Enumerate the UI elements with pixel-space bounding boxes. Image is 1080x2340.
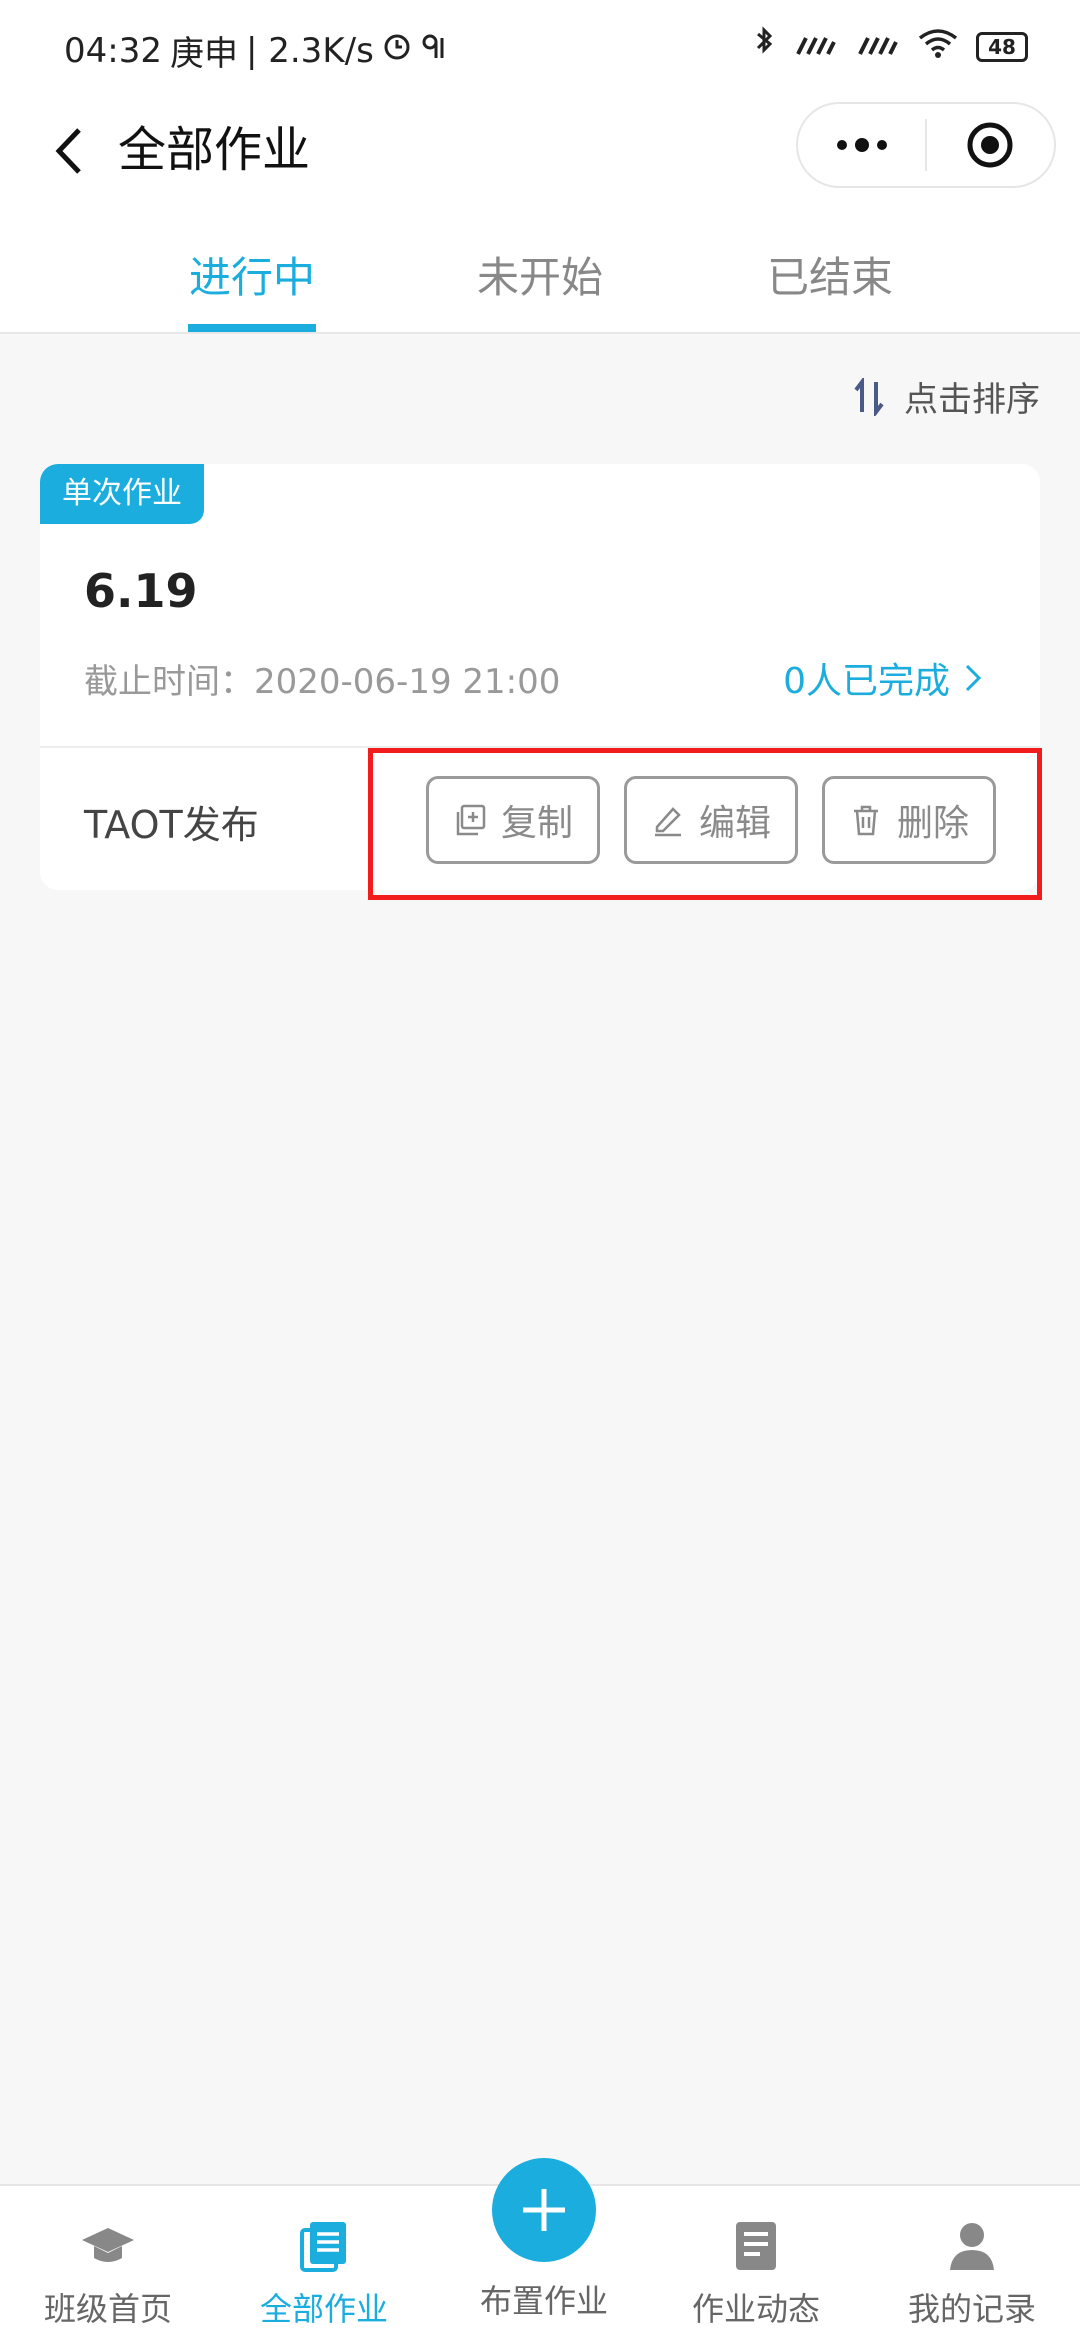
status-time: 04:32 bbox=[64, 30, 162, 71]
bottom-nav-label: 全部作业 bbox=[259, 2290, 388, 2328]
status-lunar: 庚申 bbox=[169, 34, 238, 74]
sort-label: 点击排序 bbox=[904, 380, 1040, 420]
completion-count: 0人已完成 bbox=[783, 661, 950, 702]
completion-link[interactable]: 0人已完成 bbox=[783, 652, 982, 704]
chevron-left-icon bbox=[55, 128, 81, 174]
signal-icon-1 bbox=[794, 28, 838, 66]
assign-homework-label: 布置作业 bbox=[479, 2282, 608, 2320]
alarm-icon bbox=[382, 31, 412, 71]
tab-in-progress[interactable]: 进行中 bbox=[152, 230, 352, 326]
status-tabs: 进行中 未开始 已结束 bbox=[0, 230, 1080, 334]
homework-type-badge: 单次作业 bbox=[40, 464, 204, 524]
active-tab-indicator bbox=[188, 324, 316, 332]
target-icon bbox=[967, 122, 1013, 168]
signal-icon-2 bbox=[856, 28, 900, 66]
wifi-icon bbox=[918, 28, 958, 66]
sort-button[interactable]: 点击排序 bbox=[852, 372, 1040, 421]
publisher-label: TAOT发布 bbox=[84, 803, 259, 847]
mini-program-capsule bbox=[796, 102, 1056, 188]
user-icon bbox=[944, 2218, 1000, 2274]
status-left: 04:32 庚申 | 2.3K/s bbox=[64, 26, 450, 75]
plus-icon bbox=[523, 2189, 565, 2231]
nav-bar: 全部作业 bbox=[0, 100, 1080, 200]
status-bar: 04:32 庚申 | 2.3K/s 48 bbox=[0, 0, 1080, 100]
back-button[interactable] bbox=[38, 116, 98, 186]
chevron-right-icon bbox=[965, 664, 982, 692]
bottom-nav-class-home[interactable]: 班级首页 bbox=[0, 2186, 216, 2340]
bottom-nav-my-records[interactable]: 我的记录 bbox=[864, 2186, 1080, 2340]
homework-title: 6.19 bbox=[84, 564, 198, 618]
assign-homework-button[interactable] bbox=[492, 2158, 596, 2262]
close-program-button[interactable] bbox=[927, 102, 1054, 188]
document-list-icon bbox=[296, 2218, 352, 2274]
page-title: 全部作业 bbox=[118, 122, 311, 178]
tab-not-started[interactable]: 未开始 bbox=[440, 230, 640, 326]
graduation-cap-icon bbox=[80, 2218, 136, 2274]
header-area: 04:32 庚申 | 2.3K/s 48 全部作业 进行中 未开始 已结束 bbox=[0, 0, 1080, 334]
document-icon bbox=[728, 2218, 784, 2274]
homework-deadline: 截止时间：2020-06-19 21:00 bbox=[84, 662, 561, 702]
tab-ended[interactable]: 已结束 bbox=[730, 230, 930, 326]
bottom-nav-label: 班级首页 bbox=[43, 2290, 172, 2328]
bottom-nav-label: 我的记录 bbox=[907, 2290, 1036, 2328]
sort-icon bbox=[854, 377, 884, 416]
vibrate-icon bbox=[420, 31, 450, 71]
bottom-nav-homework-feed[interactable]: 作业动态 bbox=[648, 2186, 864, 2340]
bottom-nav-all-homework[interactable]: 全部作业 bbox=[216, 2186, 432, 2340]
status-right: 48 bbox=[754, 26, 1028, 68]
bluetooth-icon bbox=[754, 26, 776, 68]
status-speed: | 2.3K/s bbox=[245, 30, 374, 71]
more-button[interactable] bbox=[798, 102, 925, 188]
battery-icon: 48 bbox=[976, 32, 1028, 62]
highlight-box bbox=[368, 748, 1042, 900]
bottom-nav-label: 作业动态 bbox=[691, 2290, 820, 2328]
more-dots-icon bbox=[836, 138, 887, 152]
